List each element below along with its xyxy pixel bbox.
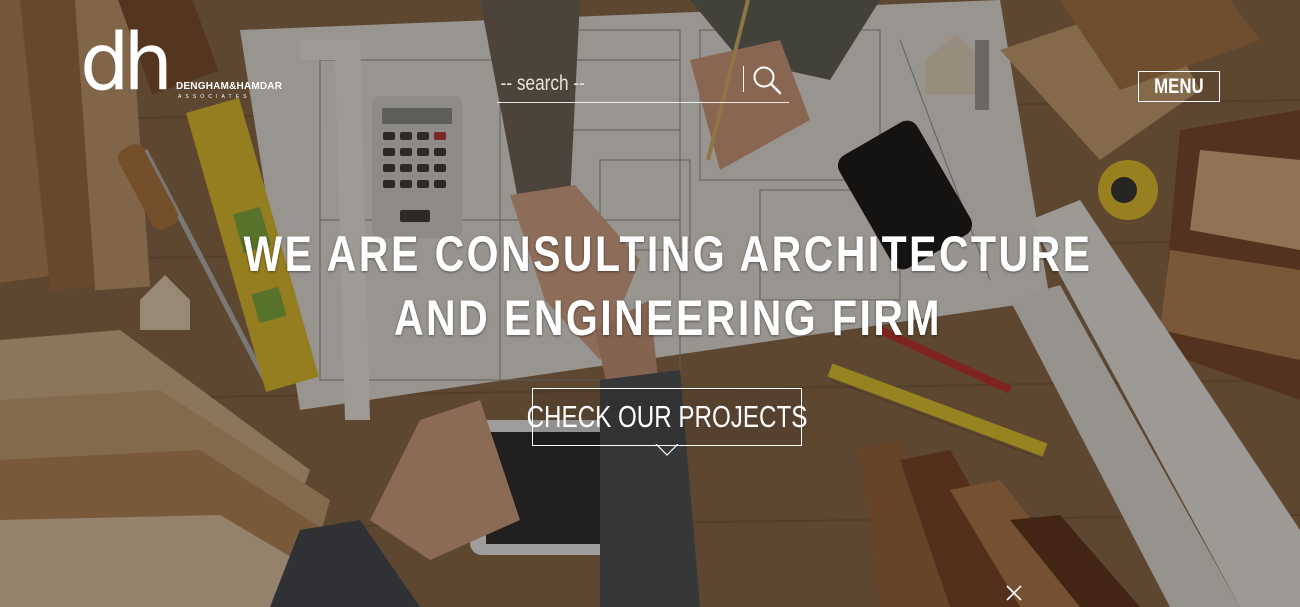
close-button[interactable] bbox=[1005, 584, 1023, 602]
search-input[interactable] bbox=[499, 68, 696, 100]
logo-mark: dh bbox=[80, 18, 173, 108]
brand-logo[interactable]: dh DENGHAM&HAMDAR ASSOCIATES bbox=[80, 18, 282, 108]
search-bar bbox=[497, 62, 789, 103]
check-projects-label: CHECK OUR PROJECTS bbox=[526, 399, 808, 434]
search-icon bbox=[753, 66, 782, 95]
search-divider bbox=[743, 66, 744, 92]
close-icon bbox=[1006, 585, 1022, 601]
hero-headline: WE ARE CONSULTING ARCHITECTURE AND ENGIN… bbox=[0, 222, 1300, 350]
hero-headline-line-2: AND ENGINEERING FIRM bbox=[393, 290, 943, 346]
menu-label: MENU bbox=[1154, 74, 1204, 98]
menu-button[interactable]: MENU bbox=[1138, 71, 1220, 102]
check-projects-button[interactable]: CHECK OUR PROJECTS bbox=[527, 388, 807, 446]
hero-headline-line-1: WE ARE CONSULTING ARCHITECTURE bbox=[243, 226, 1093, 282]
search-button[interactable] bbox=[751, 64, 783, 96]
cta-pointer-arrow-icon bbox=[655, 444, 679, 456]
logo-company-name: DENGHAM&HAMDAR bbox=[176, 81, 283, 92]
logo-company-subtitle: ASSOCIATES bbox=[178, 94, 251, 100]
